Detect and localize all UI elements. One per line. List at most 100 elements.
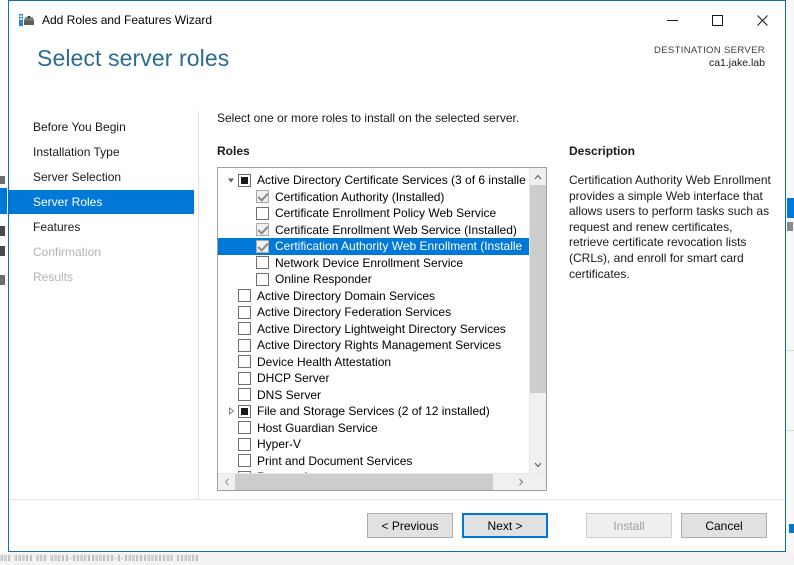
role-checkbox[interactable] [238, 454, 251, 468]
sidebar-item-before-you-begin[interactable]: Before You Begin [9, 115, 198, 139]
roles-panel: Select one or more roles to install on t… [199, 111, 557, 499]
role-checkbox[interactable] [256, 206, 269, 220]
role-row[interactable]: Certification Authority (Installed) [218, 189, 529, 206]
background-status-strip: ‖‖‖ ‖‖‖‖‖ ‖‖‖ ‖‖‖‖‖-‖‖‖‖‖‖‖‖‖‖‖-‖-‖‖‖‖‖‖… [0, 553, 794, 565]
role-label: Active Directory Rights Management Servi… [257, 338, 502, 352]
role-label: Print and Document Services [257, 453, 413, 468]
wizard-header: Select server roles DESTINATION SERVER c… [9, 39, 785, 95]
role-checkbox[interactable] [238, 388, 251, 402]
description-panel: Description Certification Authority Web … [557, 111, 785, 499]
horizontal-scroll-thumb[interactable] [235, 474, 493, 490]
roles-tree[interactable]: Active Directory Certificate Services (3… [218, 168, 529, 473]
horizontal-scroll-track[interactable] [235, 474, 512, 490]
role-checkbox[interactable] [238, 305, 251, 319]
role-row[interactable]: Active Directory Domain Services [218, 288, 529, 305]
role-checkbox[interactable] [238, 355, 251, 369]
role-row[interactable]: Certification Authority Web Enrollment (… [218, 238, 529, 255]
minimize-button[interactable] [650, 1, 695, 39]
role-row[interactable]: Host Guardian Service [218, 420, 529, 437]
role-row[interactable]: Certificate Enrollment Web Service (Inst… [218, 222, 529, 239]
role-row[interactable]: Online Responder [218, 271, 529, 288]
role-label: Device Health Attestation [257, 354, 392, 369]
role-row[interactable]: Certificate Enrollment Policy Web Servic… [218, 205, 529, 222]
wizard-step-nav: Before You Begin Installation Type Server … [9, 111, 199, 499]
background-status-text: ‖‖‖ ‖‖‖‖‖ ‖‖‖ ‖‖‖‖‖-‖‖‖‖‖‖‖‖‖‖‖-‖-‖‖‖‖‖‖… [0, 554, 200, 563]
scroll-up-arrow-icon[interactable] [530, 168, 546, 185]
destination-server-label: DESTINATION SERVER [654, 45, 765, 56]
cancel-button[interactable]: Cancel [681, 513, 767, 538]
role-label: Certification Authority (Installed) [275, 189, 445, 204]
background-accent-right [787, 198, 794, 218]
vertical-scroll-thumb[interactable] [530, 185, 546, 393]
role-label: Certificate Enrollment Policy Web Servic… [275, 206, 497, 220]
role-checkbox[interactable] [238, 470, 251, 473]
role-label: Certification Authority Web Enrollment (… [275, 239, 523, 253]
sidebar-item-server-selection[interactable]: Server Selection [9, 165, 198, 189]
scroll-down-arrow-icon[interactable] [530, 456, 546, 473]
role-checkbox[interactable] [256, 272, 269, 286]
page-title: Select server roles [37, 45, 230, 71]
role-row[interactable]: Print and Document Services [218, 453, 529, 470]
role-row[interactable]: DNS Server [218, 387, 529, 404]
next-button[interactable]: Next > [462, 513, 548, 538]
role-checkbox [256, 223, 269, 237]
role-checkbox[interactable] [256, 256, 269, 270]
role-row[interactable]: Active Directory Rights Management Servi… [218, 337, 529, 354]
role-checkbox[interactable] [238, 404, 251, 418]
role-checkbox[interactable] [238, 371, 251, 385]
role-label: Host Guardian Service [257, 420, 378, 435]
role-checkbox[interactable] [238, 289, 251, 303]
vertical-scroll-track[interactable] [530, 185, 546, 456]
expander-expand-icon[interactable] [224, 407, 238, 416]
wizard-toolbox-icon [18, 12, 34, 28]
previous-button[interactable]: < Previous [367, 513, 453, 538]
role-checkbox [256, 190, 269, 204]
expander-collapse-icon[interactable] [224, 176, 238, 184]
sidebar-item-label: Results [33, 270, 74, 284]
background-divider-2 [786, 430, 794, 431]
role-checkbox[interactable] [238, 421, 251, 435]
roles-horizontal-scrollbar[interactable] [218, 473, 546, 490]
role-row[interactable]: Active Directory Lightweight Directory S… [218, 321, 529, 338]
wizard-footer: < Previous Next > Install Cancel [9, 499, 785, 551]
role-checkbox [256, 239, 269, 253]
scrollbar-corner [529, 474, 546, 490]
close-button[interactable] [740, 1, 785, 39]
role-checkbox[interactable] [238, 173, 251, 187]
background-tile-1 [0, 176, 5, 184]
maximize-button[interactable] [695, 1, 740, 39]
role-row[interactable]: Network Device Enrollment Service [218, 255, 529, 272]
role-row[interactable]: DHCP Server [218, 370, 529, 387]
sidebar-item-confirmation: Confirmation [9, 240, 198, 264]
role-checkbox[interactable] [238, 338, 251, 352]
sidebar-item-server-roles[interactable]: Server Roles [9, 190, 194, 214]
background-accent-right-2 [789, 524, 794, 533]
roles-section-label: Roles [217, 144, 250, 158]
instruction-text: Select one or more roles to install on t… [217, 111, 520, 125]
role-row[interactable]: Hyper-V [218, 436, 529, 453]
role-row[interactable]: File and Storage Services (2 of 12 insta… [218, 403, 529, 420]
role-checkbox[interactable] [238, 437, 251, 451]
role-label: Certificate Enrollment Web Service (Inst… [275, 222, 517, 237]
role-label: Online Responder [275, 272, 372, 286]
background-divider-1 [786, 350, 794, 351]
role-row[interactable]: Active Directory Federation Services [218, 304, 529, 321]
roles-vertical-scrollbar[interactable] [529, 168, 546, 473]
background-tile-2 [0, 226, 5, 236]
sidebar-item-installation-type[interactable]: Installation Type [9, 140, 198, 164]
sidebar-item-label: Before You Begin [33, 120, 126, 134]
role-row[interactable]: Active Directory Certificate Services (3… [218, 172, 529, 189]
role-row[interactable]: Device Health Attestation [218, 354, 529, 371]
background-accent-left [0, 188, 7, 214]
sidebar-item-label: Server Roles [33, 195, 103, 209]
sidebar-item-features[interactable]: Features [9, 215, 198, 239]
window-title-bar[interactable]: Add Roles and Features Wizard [9, 1, 785, 39]
role-label: Active Directory Domain Services [257, 288, 436, 303]
role-label: Active Directory Federation Services [257, 305, 452, 319]
role-checkbox[interactable] [238, 322, 251, 336]
scroll-right-arrow-icon[interactable] [512, 474, 529, 490]
scroll-left-arrow-icon[interactable] [218, 474, 235, 490]
role-label: Active Directory Lightweight Directory S… [257, 321, 506, 336]
sidebar-item-results: Results [9, 265, 198, 289]
background-tile-4 [0, 275, 5, 285]
